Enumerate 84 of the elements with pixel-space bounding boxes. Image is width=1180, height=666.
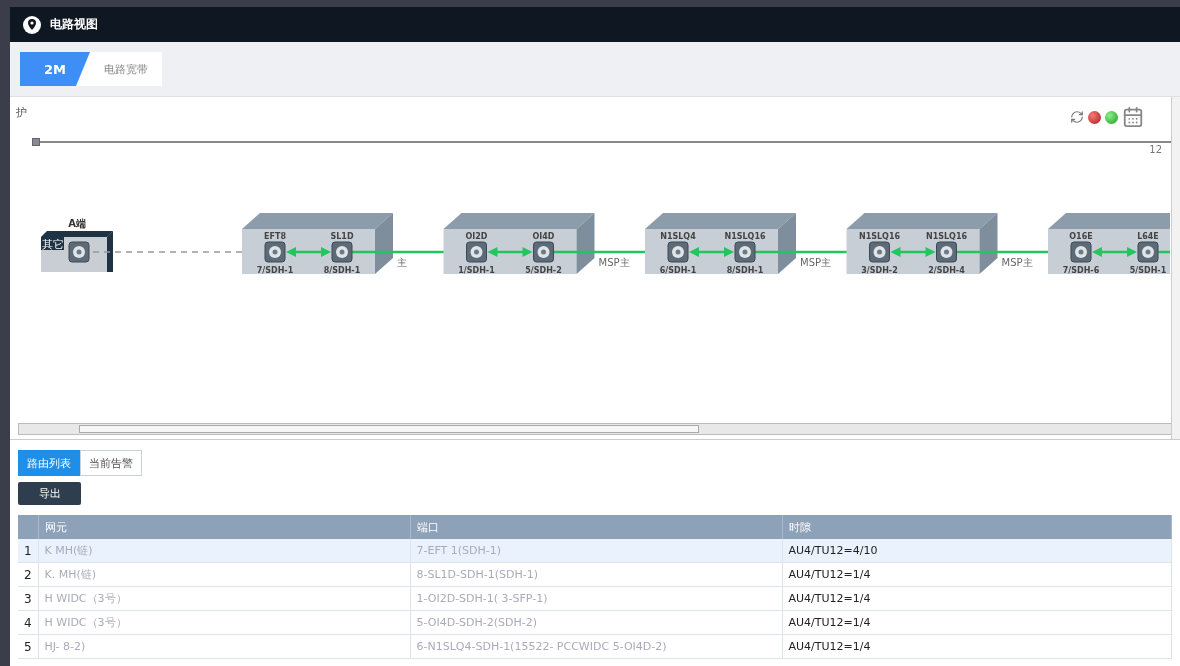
timeline-handle[interactable] (32, 138, 40, 146)
row-number: 5 (18, 634, 38, 659)
header-cell (18, 515, 38, 539)
status-dot-icon[interactable] (1088, 110, 1101, 124)
table-cell: 1-OI2D-SDH-1( 3-SFP-1) (410, 586, 782, 611)
table-cell: AU4/TU12=1/4 (782, 610, 1172, 635)
link-label: MSP主 (800, 257, 831, 268)
row-number: 4 (18, 610, 38, 635)
port-label: 1/SDH-1 (458, 266, 495, 275)
card-label: L64E (1137, 232, 1159, 241)
double-arrow (286, 247, 331, 257)
table-cell: H WIDC（3号） (38, 610, 410, 635)
port-icon (869, 241, 890, 263)
port-label: 2/SDH-4 (928, 266, 965, 275)
window-title: 电路视图 (50, 16, 98, 33)
table-cell: AU4/TU12=1/4 (782, 586, 1172, 611)
table-row[interactable]: 3 H WIDC（3号） 1-OI2D-SDH-1( 3-SFP-1) AU4/TU12=1/4 (18, 586, 1172, 611)
table-cell: K MH(链) (38, 539, 410, 563)
table-cell: 7-EFT 1(SDH-1) (410, 539, 782, 563)
table-row[interactable]: 1 K MH(链) 7-EFT 1(SDH-1) AU4/TU12=4/10 (18, 539, 1172, 563)
row-number: 2 (18, 562, 38, 587)
port-icon (1070, 241, 1092, 263)
table-cell: 5-OI4D-SDH-2(SDH-2) (410, 610, 782, 635)
link-label: MSP主 (1001, 257, 1033, 268)
double-arrow (1092, 247, 1137, 257)
horizontal-scrollbar[interactable] (18, 423, 1172, 435)
table-cell: H WIDC（3号） (38, 586, 410, 611)
table-row[interactable]: 2 K. MH(链) 8-SL1D-SDH-1(SDH-1) AU4/TU12=1/4 (18, 562, 1172, 587)
port-icon (936, 241, 957, 263)
port-icon (331, 241, 353, 263)
port-icon (466, 241, 487, 263)
port-icon (1137, 241, 1159, 263)
calendar-icon[interactable] (1122, 106, 1144, 128)
link-label: MSP主 (598, 257, 630, 268)
table-row[interactable]: 4 H WIDC（3号） 5-OI4D-SDH-2(SDH-2) AU4/TU12=1/4 (18, 610, 1172, 635)
port-label: 5/SDH-2 (525, 266, 562, 275)
card-label: N1SLQ16 (858, 232, 901, 241)
column-header: 网元 (38, 515, 410, 539)
port-label: 8/SDH-1 (726, 266, 764, 275)
table-cell: AU4/TU12=1/4 (782, 562, 1172, 587)
refresh-icon[interactable] (1070, 110, 1084, 124)
table-cell: AU4/TU12=4/10 (782, 539, 1172, 563)
column-header: 时隙 (782, 515, 1172, 539)
port-label: 7/SDH-6 (1062, 266, 1100, 275)
edge-label: 12 (1149, 144, 1162, 155)
location-pin-icon (22, 14, 42, 35)
status-dot-icon[interactable] (1105, 110, 1118, 124)
export-button[interactable]: 导出 (18, 482, 81, 505)
port-icon (68, 241, 90, 263)
table-cell: 6-N1SLQ4-SDH-1(15522- PCCWIDC 5-OI4D-2) (410, 634, 782, 659)
row-number: 1 (18, 539, 38, 563)
port-label: 6/SDH-1 (659, 266, 697, 275)
tab[interactable]: 当前告警 (80, 450, 142, 476)
card-label: O16E (1069, 232, 1093, 241)
card-label: OI2D (465, 232, 488, 241)
port-label: 8/SDH-1 (323, 266, 361, 275)
port-label: 7/SDH-1 (256, 266, 294, 275)
double-arrow (890, 247, 936, 257)
endpoint-tag: 其它 (42, 237, 64, 250)
double-arrow (487, 247, 533, 257)
port-icon (533, 241, 554, 263)
corner-label: 护 (16, 105, 27, 121)
table-cell: HJ- 8-2) (38, 634, 410, 659)
vertical-scrollbar[interactable] (1171, 97, 1180, 439)
table-row[interactable]: 5 HJ- 8-2) 6-N1SLQ4-SDH-1(15522- PCCWIDC 5-OI4D-2) AU4/TU12=1/4 (18, 634, 1172, 659)
card-label: N1SLQ16 (724, 232, 766, 241)
row-number: 3 (18, 586, 38, 611)
port-label: 5/SDH-1 (1129, 266, 1167, 275)
table-cell: AU4/TU12=1/4 (782, 634, 1172, 659)
table-cell: K. MH(链) (38, 562, 410, 587)
endpoint-label: A端 (68, 218, 86, 229)
port-label: 3/SDH-2 (861, 266, 898, 275)
double-arrow (689, 247, 734, 257)
card-label: N1SLQ4 (660, 232, 696, 241)
port-icon (667, 241, 689, 263)
card-label: EFT8 (264, 232, 286, 241)
column-header: 端口 (410, 515, 782, 539)
card-label: N1SLQ16 (925, 232, 968, 241)
card-label: OI4D (532, 232, 555, 241)
table-cell: 8-SL1D-SDH-1(SDH-1) (410, 562, 782, 587)
port-icon (734, 241, 756, 263)
card-label: SL1D (330, 232, 354, 241)
port-icon (264, 241, 286, 263)
link-label: 主 (397, 257, 407, 268)
